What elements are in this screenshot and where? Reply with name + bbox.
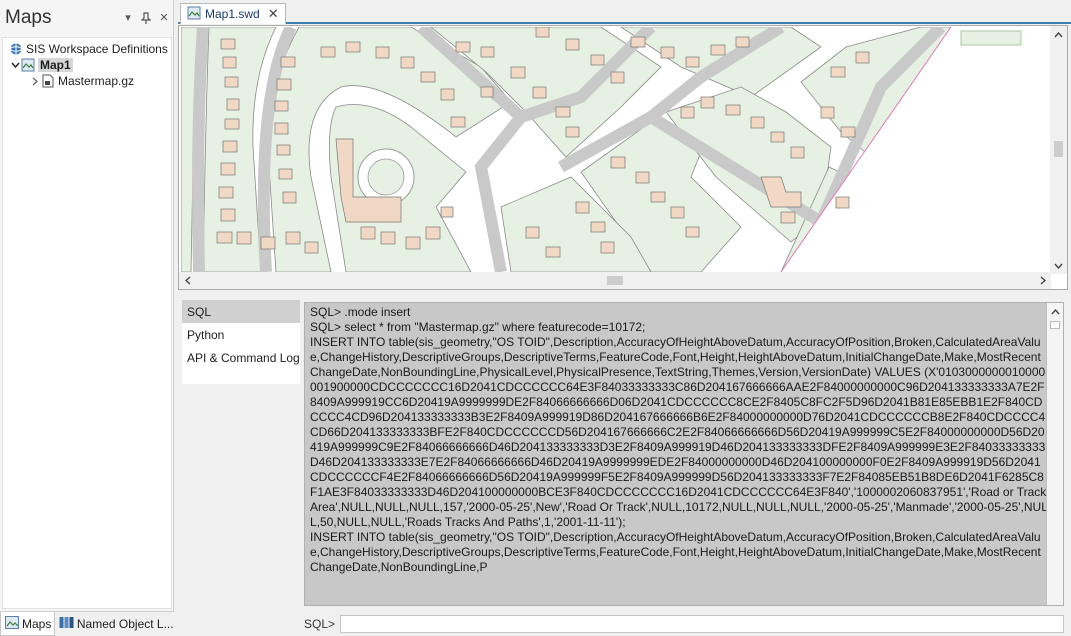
document-tabbar: Map1.swd ✕ bbox=[178, 0, 1071, 24]
console-output-scrollbar[interactable] bbox=[1046, 303, 1063, 605]
pin-icon[interactable] bbox=[137, 9, 155, 27]
tree-label-map1: Map1 bbox=[38, 58, 73, 72]
sql-command-input[interactable] bbox=[340, 615, 1064, 633]
tab-close-icon[interactable]: ✕ bbox=[268, 6, 279, 22]
output-line: INSERT INTO table(sis_geometry,"OS TOID"… bbox=[310, 530, 1041, 574]
output-line: SQL> select * from "Mastermap.gz" where … bbox=[310, 320, 646, 334]
console-scroll-thumb[interactable] bbox=[1050, 321, 1060, 329]
map-icon bbox=[21, 58, 35, 72]
tab-maps[interactable]: Maps bbox=[0, 612, 55, 636]
left-panel-tabs: Maps Named Object L... bbox=[0, 611, 174, 636]
console-output[interactable]: SQL> .mode insert SQL> select * from "Ma… bbox=[304, 302, 1064, 606]
dataset-file-icon bbox=[41, 74, 55, 88]
chevron-down-icon[interactable] bbox=[9, 62, 21, 69]
library-books-icon bbox=[59, 616, 74, 632]
console-output-text: SQL> .mode insert SQL> select * from "Ma… bbox=[310, 305, 1048, 575]
scroll-right-icon[interactable] bbox=[1034, 272, 1051, 289]
tree-item-workspace-definitions[interactable]: SIS Workspace Definitions bbox=[3, 41, 171, 57]
scroll-up-icon[interactable] bbox=[1050, 26, 1067, 43]
tab-map1-swd[interactable]: Map1.swd ✕ bbox=[180, 3, 286, 24]
panel-menu-icon[interactable]: ▾ bbox=[119, 9, 137, 27]
lang-item-sql[interactable]: SQL bbox=[182, 300, 300, 323]
scroll-up-icon[interactable] bbox=[1047, 303, 1063, 320]
lang-item-python[interactable]: Python bbox=[182, 323, 300, 346]
tree-item-mastermap[interactable]: Mastermap.gz bbox=[3, 73, 171, 89]
workspace-tree: SIS Workspace Definitions Map1 Mastermap bbox=[2, 37, 172, 609]
console-panel: SQL Python API & Command Log SQL> .mode … bbox=[178, 296, 1071, 636]
sql-prompt-row: SQL> bbox=[304, 614, 1064, 634]
tab-maps-label: Maps bbox=[22, 616, 52, 631]
sql-prompt-label: SQL> bbox=[304, 617, 336, 631]
map-canvas[interactable] bbox=[181, 27, 1049, 272]
tree-label-mastermap: Mastermap.gz bbox=[58, 74, 135, 88]
map-document-icon bbox=[187, 6, 201, 23]
chevron-right-icon[interactable] bbox=[29, 77, 41, 86]
tree-item-map1[interactable]: Map1 bbox=[3, 57, 171, 73]
tree-label-workspace: SIS Workspace Definitions bbox=[26, 42, 168, 56]
output-line: INSERT INTO table(sis_geometry,"OS TOID"… bbox=[310, 335, 1048, 529]
maps-panel-title: Maps bbox=[5, 6, 52, 28]
output-line: SQL> .mode insert bbox=[310, 305, 411, 319]
close-icon[interactable]: ✕ bbox=[155, 9, 173, 27]
doc-tab-label: Map1.swd bbox=[205, 7, 260, 21]
maps-tab-icon bbox=[5, 615, 19, 632]
map-hscroll-thumb[interactable] bbox=[607, 276, 623, 285]
tab-named-object-library[interactable]: Named Object L... bbox=[55, 612, 174, 636]
map-view[interactable] bbox=[178, 25, 1068, 290]
map-vscroll-thumb[interactable] bbox=[1054, 141, 1063, 157]
map-vertical-scrollbar[interactable] bbox=[1050, 26, 1067, 274]
maps-panel: Maps ▾ ✕ SIS Workspace Definitions Map1 … bbox=[0, 0, 174, 636]
workspace-icon bbox=[9, 42, 23, 56]
app-window: Maps ▾ ✕ SIS Workspace Definitions Map1 … bbox=[0, 0, 1071, 636]
scroll-left-icon[interactable] bbox=[179, 272, 196, 289]
language-list: SQL Python API & Command Log bbox=[182, 300, 300, 384]
maps-panel-header: Maps ▾ ✕ bbox=[0, 0, 173, 35]
tab-named-object-label: Named Object L... bbox=[76, 617, 174, 631]
map-horizontal-scrollbar[interactable] bbox=[179, 272, 1051, 289]
scroll-down-icon[interactable] bbox=[1050, 257, 1067, 274]
lang-item-api-command-log[interactable]: API & Command Log bbox=[182, 346, 300, 369]
